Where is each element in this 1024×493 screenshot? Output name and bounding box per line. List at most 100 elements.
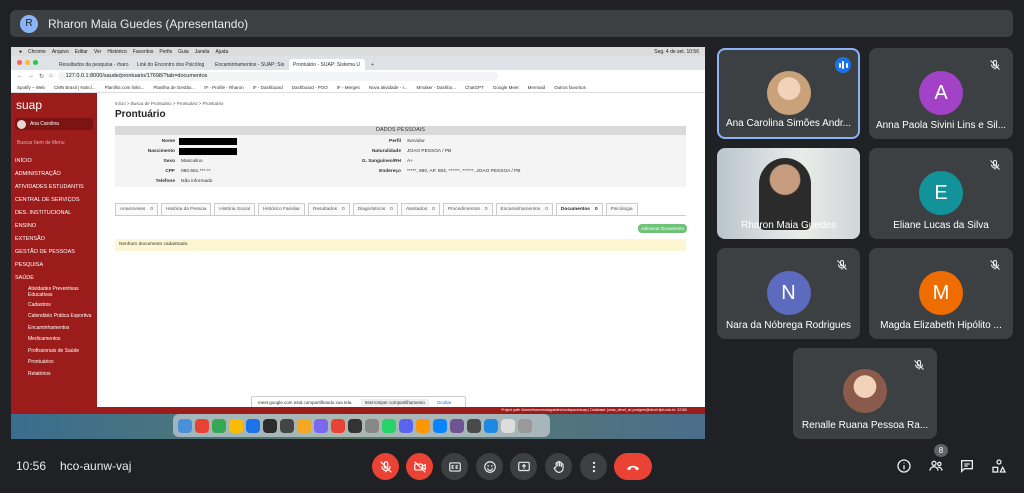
redacted-name [179, 138, 237, 145]
mac-menu-item: Editar [74, 48, 88, 55]
redacted-birthdate [179, 148, 237, 155]
participant-tile[interactable]: Rharon Maia Guedes [717, 148, 860, 239]
participant-tile[interactable]: N Nara da Nóbrega Rodrigues [717, 248, 860, 339]
dock-app-icon [518, 418, 532, 433]
mic-muted-icon [836, 258, 850, 272]
bookmark: IF - Merges [336, 84, 360, 90]
home-icon: ⌂ [49, 73, 53, 79]
sidebar-item: Cadastros [28, 301, 51, 308]
sexo-value: Masculino [181, 159, 203, 164]
mac-menu-item: Guia [178, 48, 189, 55]
chat-icon[interactable] [958, 457, 976, 475]
sidebar-item: INÍCIO [15, 157, 32, 164]
close-window-icon [17, 60, 22, 65]
dock-app-icon [382, 418, 396, 433]
browser-tab: Resultados da pesquisa - rharo [59, 62, 129, 68]
prontuario-tab-label: Histórico Familiar [262, 207, 301, 212]
sexo-label: Sexo [163, 159, 175, 164]
mac-menu-item: Perfis [159, 48, 173, 55]
present-icon[interactable] [510, 453, 537, 480]
prontuario-tab-count: 0 [484, 207, 488, 212]
apple-icon: ● [19, 48, 23, 55]
browser-tab-bar: Resultados da pesquisa - rharo Link do E… [11, 56, 705, 70]
dock-app-icon [501, 418, 515, 433]
section-title: DADOS PESSOAIS [115, 126, 686, 135]
end-call-icon[interactable] [614, 453, 652, 480]
sidebar-item: ADMINISTRAÇÃO [15, 170, 61, 177]
participant-tile[interactable]: M Magda Elizabeth Hipólito ... [869, 248, 1013, 339]
prontuario-tab-label: História Social [219, 207, 250, 212]
mac-clock: Seg. 4 de set. 10:56 [654, 48, 699, 55]
suap-user: Ana Carolina [15, 118, 93, 130]
prontuario-tab: Resultados 0 [308, 203, 350, 215]
sidebar-item: Profissionais de Saúde [28, 347, 80, 354]
bookmarks-bar: Spotify – Web CMN Brasil | Noticí... Pla… [11, 82, 705, 93]
mac-menu-item: Ver [93, 48, 102, 55]
new-tab-icon: + [371, 62, 374, 68]
prontuario-tab: Diagnósticos 0 [352, 203, 398, 215]
participant-tile[interactable]: Ana Carolina Simões Andr... [717, 48, 860, 139]
camera-off-icon[interactable] [406, 453, 433, 480]
sidebar-item: Encaminhamentos [28, 324, 70, 331]
prontuario-tab-label: História da Pessoa [166, 207, 207, 212]
emoji-icon[interactable] [476, 453, 503, 480]
participant-photo [766, 71, 811, 115]
mic-muted-icon [913, 358, 927, 372]
dock-app-icon [467, 418, 481, 433]
meeting-code: hco-aunw-vaj [60, 459, 132, 473]
participant-tile[interactable]: A Anna Paola Sivini Lins e Sil... [869, 48, 1013, 139]
bookmark: IF - Profile - Rharon [204, 84, 244, 90]
add-document-button: Adicionar Documento [638, 224, 687, 233]
dock-app-icon [433, 418, 447, 433]
user-avatar [17, 119, 26, 129]
dock-app-icon [314, 418, 328, 433]
endereco-value: *****, 950, AP. 804, ******, ******, JOA… [407, 169, 521, 174]
bookmark: Spotify – Web [17, 84, 45, 90]
participant-name: Nara da Nóbrega Rodrigues [725, 320, 852, 331]
participant-name: Magda Elizabeth Hipólito ... [880, 320, 1002, 331]
address-bar: 127.0.0.1:8000/saude/prontuario/17698/?t… [57, 71, 498, 81]
suap-logo: suap [16, 98, 43, 112]
prontuario-tab-count: 0 [432, 207, 435, 212]
info-icon[interactable] [895, 457, 913, 475]
sidebar-item: EXTENSÃO [15, 235, 45, 242]
prontuario-tab-label: Anamneses [120, 207, 146, 212]
breadcrumb: Início > Busca de Prontuário > Prontuári… [115, 101, 224, 106]
telefone-value: Não informado [181, 179, 213, 184]
bookmark: Planilha de Gestão... [153, 84, 196, 90]
mac-menu-item: Janela [194, 48, 210, 55]
mac-menu-item: Histórico [107, 48, 127, 55]
mic-muted-icon [989, 158, 1003, 172]
people-count-badge: 8 [934, 444, 948, 457]
sidebar-item: SAÚDE [15, 274, 34, 281]
sidebar-item: PESQUISA [15, 261, 44, 268]
prontuario-tab: Procedimentos 0 [442, 203, 493, 215]
participant-name: Anna Paola Sivini Lins e Sil... [875, 120, 1007, 131]
mic-off-icon[interactable] [372, 453, 399, 480]
raise-hand-icon[interactable] [545, 453, 572, 480]
bookmark: Planilha com links... [104, 84, 145, 90]
dock-app-icon [280, 418, 294, 433]
activities-icon[interactable] [990, 457, 1008, 475]
perfil-label: Perfil [389, 139, 401, 144]
suap-user-name: Ana Carolina [30, 121, 59, 127]
people-icon[interactable] [927, 457, 945, 475]
participant-tile[interactable]: Renalle Ruana Pessoa Ra... [793, 348, 937, 439]
participant-avatar: E [919, 171, 963, 215]
presenter-title: Rharon Maia Guedes (Apresentando) [48, 16, 249, 31]
naturalidade-label: Naturalidade [371, 149, 401, 154]
mac-menubar: ● Chrome Arquivo Editar Ver Histórico Fa… [11, 47, 705, 56]
stop-sharing-button: Interromper compartilhamento [360, 398, 429, 406]
back-icon: ← [17, 73, 23, 79]
participant-tile[interactable]: E Eliane Lucas da Silva [869, 148, 1013, 239]
sangue-label: G. Sanguíneo/RH [361, 159, 401, 164]
bookmark: CMN Brasil | Noticí... [53, 84, 96, 90]
captions-icon[interactable] [441, 453, 468, 480]
page-title: Prontuário [115, 109, 166, 120]
shared-screen: ● Chrome Arquivo Editar Ver Histórico Fa… [11, 47, 705, 439]
sidebar-item: Medicamentos [28, 336, 61, 343]
sidebar-item: Atividades Preventivas Educativas [28, 285, 79, 298]
prontuario-tab-label: Psicologia [610, 207, 633, 212]
more-options-icon[interactable] [580, 453, 607, 480]
prontuario-tab-count: 0 [545, 207, 548, 212]
